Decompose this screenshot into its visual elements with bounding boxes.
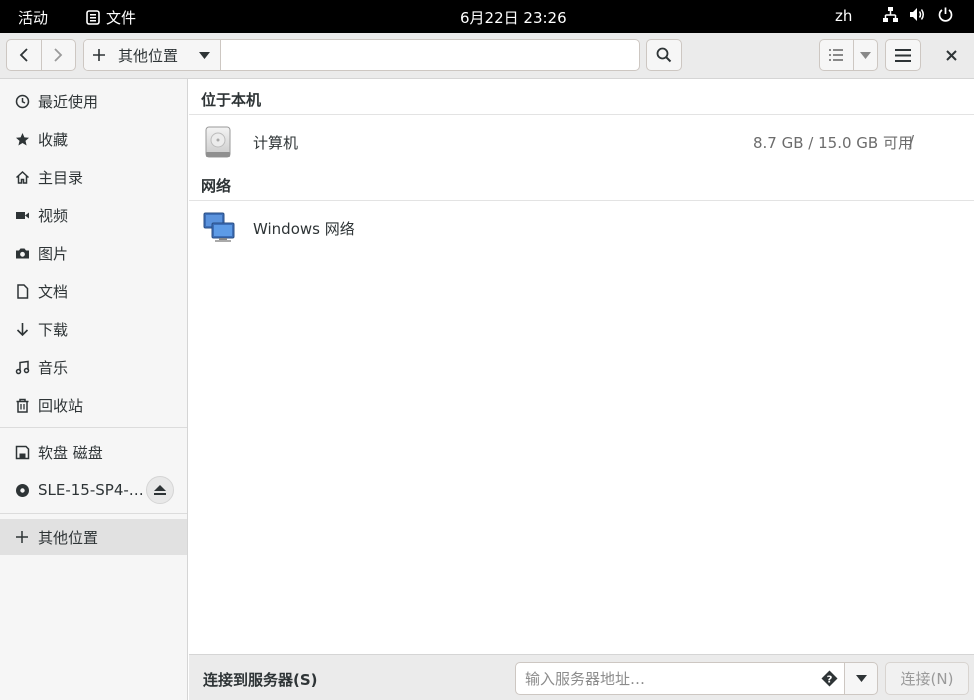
connect-bar: 连接到服务器(S) ? 连接(N) <box>189 654 974 700</box>
header-bar: 其他位置 <box>0 33 974 79</box>
eject-button[interactable] <box>146 476 174 504</box>
back-button[interactable] <box>7 40 41 70</box>
sidebar-item-other-locations[interactable]: 其他位置 <box>0 519 187 555</box>
sidebar-item-documents[interactable]: 文档 <box>0 273 187 309</box>
sidebar-item-label: 音乐 <box>38 358 69 377</box>
video-icon <box>14 207 30 223</box>
path-bar: 其他位置 <box>83 39 640 71</box>
sidebar-item-label: 其他位置 <box>38 528 99 547</box>
sidebar-item-music[interactable]: 音乐 <box>0 349 187 385</box>
sidebar-separator <box>0 513 187 514</box>
clock-icon <box>14 93 30 109</box>
section-divider <box>189 200 974 201</box>
server-history-dropdown[interactable] <box>844 662 878 695</box>
sidebar-item-label: 最近使用 <box>38 92 99 111</box>
section-heading-local: 位于本机 <box>201 91 262 109</box>
sidebar-item-label: SLE-15-SP4-… <box>38 481 144 499</box>
input-language-indicator[interactable]: zh <box>835 7 852 25</box>
sidebar-item-trash[interactable]: 回收站 <box>0 387 187 423</box>
sidebar: 最近使用 收藏 主目录 视频 图片 文档 下载 音乐 回收站 软盘 磁盘 SLE… <box>0 79 188 700</box>
home-icon <box>14 169 30 185</box>
navigation-buttons <box>6 39 76 71</box>
dropdown-arrow-icon <box>199 51 210 59</box>
disc-icon <box>14 482 30 498</box>
sidebar-item-floppy[interactable]: 软盘 磁盘 <box>0 434 187 470</box>
windows-network-row[interactable]: Windows 网络 <box>189 202 974 252</box>
forward-button[interactable] <box>40 40 76 70</box>
sidebar-item-label: 收藏 <box>38 130 69 149</box>
network-wired-icon <box>882 6 899 23</box>
view-menu-button[interactable] <box>852 40 877 70</box>
section-heading-network: 网络 <box>201 177 232 195</box>
system-tray[interactable] <box>882 6 954 23</box>
sidebar-item-label: 文档 <box>38 282 69 301</box>
files-app-icon <box>86 10 100 25</box>
computer-free-space: 8.7 GB / 15.0 GB 可用 <box>753 134 913 152</box>
section-divider <box>189 114 974 115</box>
sidebar-item-videos[interactable]: 视频 <box>0 197 187 233</box>
app-name: 文件 <box>106 9 137 27</box>
plus-icon <box>14 529 30 545</box>
trash-icon <box>14 397 30 413</box>
sidebar-separator <box>0 427 187 428</box>
computer-row[interactable]: 计算机 8.7 GB / 15.0 GB 可用 / <box>189 116 974 166</box>
list-view-button[interactable] <box>820 40 853 70</box>
connect-to-server-label: 连接到服务器(S) <box>203 671 318 689</box>
dropdown-arrow-icon <box>859 51 871 59</box>
sidebar-item-recent[interactable]: 最近使用 <box>0 83 187 119</box>
sidebar-item-pictures[interactable]: 图片 <box>0 235 187 271</box>
computer-mount-point: / <box>909 132 915 150</box>
download-icon <box>14 321 30 337</box>
computer-name: 计算机 <box>253 134 299 152</box>
camera-icon <box>14 245 30 261</box>
document-icon <box>14 283 30 299</box>
sidebar-item-label: 回收站 <box>38 396 84 415</box>
network-computers-icon <box>203 211 237 247</box>
sidebar-item-label: 视频 <box>38 206 69 225</box>
close-icon <box>945 49 957 61</box>
search-button[interactable] <box>646 39 682 71</box>
main-menu-button[interactable] <box>885 39 921 71</box>
view-options <box>819 39 878 71</box>
close-button[interactable] <box>936 39 966 71</box>
connect-button[interactable]: 连接(N) <box>885 662 969 695</box>
sidebar-item-label: 主目录 <box>38 168 84 187</box>
sidebar-item-label: 软盘 磁盘 <box>38 443 103 462</box>
power-icon <box>937 6 954 23</box>
svg-text:?: ? <box>827 674 833 685</box>
volume-icon <box>909 6 927 23</box>
chevron-left-icon <box>19 48 28 62</box>
list-view-icon <box>829 49 844 61</box>
floppy-icon <box>14 444 30 460</box>
app-menu[interactable]: 文件 <box>86 7 136 28</box>
activities-button[interactable]: 活动 <box>18 7 48 28</box>
sidebar-item-label: 下载 <box>38 320 69 339</box>
star-icon <box>14 131 30 147</box>
hamburger-icon <box>895 48 911 62</box>
location-label: 其他位置 <box>118 46 179 65</box>
sidebar-item-downloads[interactable]: 下载 <box>0 311 187 347</box>
music-icon <box>14 359 30 375</box>
dropdown-arrow-icon <box>855 675 867 682</box>
server-address-field[interactable]: ? <box>515 662 845 695</box>
top-bar: 活动 文件 6月22日 23:26 zh <box>0 0 974 33</box>
server-address-input[interactable] <box>525 669 805 688</box>
places-view: 位于本机 计算机 8.7 GB / 15.0 GB 可用 / 网络 Window… <box>189 79 974 654</box>
chevron-right-icon <box>54 48 63 62</box>
plus-icon <box>93 49 105 61</box>
hard-drive-icon <box>203 125 233 163</box>
location-button[interactable]: 其他位置 <box>84 40 221 70</box>
sidebar-item-starred[interactable]: 收藏 <box>0 121 187 157</box>
sidebar-item-label: 图片 <box>38 244 69 263</box>
eject-icon <box>154 485 166 495</box>
help-icon[interactable]: ? <box>821 670 838 691</box>
windows-network-name: Windows 网络 <box>253 220 355 238</box>
sidebar-item-home[interactable]: 主目录 <box>0 159 187 195</box>
clock[interactable]: 6月22日 23:26 <box>460 7 567 28</box>
sidebar-item-disc[interactable]: SLE-15-SP4-… <box>0 472 187 508</box>
search-icon <box>656 47 672 63</box>
